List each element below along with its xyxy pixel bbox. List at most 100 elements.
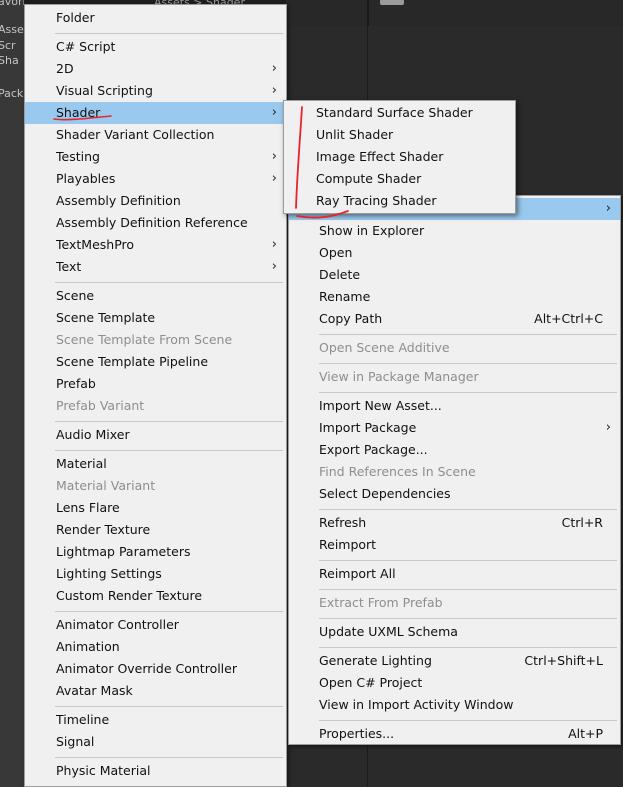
menu-separator bbox=[55, 420, 283, 422]
project-tree-item[interactable]: Pack bbox=[0, 87, 24, 100]
context-item-select-dependencies[interactable]: Select Dependencies bbox=[289, 483, 620, 505]
context-item-reimport[interactable]: Reimport bbox=[289, 534, 620, 556]
shader-item-standard-surface-shader[interactable]: Standard Surface Shader bbox=[284, 102, 515, 124]
create-item-textmeshpro[interactable]: TextMeshPro › bbox=[25, 234, 286, 256]
create-item-animator-controller[interactable]: Animator Controller bbox=[25, 614, 286, 636]
create-item-scene-template-pipeline[interactable]: Scene Template Pipeline bbox=[25, 351, 286, 373]
menu-item-label: Animator Override Controller bbox=[56, 661, 237, 676]
create-item-audio-mixer[interactable]: Audio Mixer bbox=[25, 424, 286, 446]
context-item-view-in-import-activity-window[interactable]: View in Import Activity Window bbox=[289, 694, 620, 716]
menu-item-label: Testing bbox=[56, 149, 100, 164]
menu-item-label: Unlit Shader bbox=[316, 127, 394, 142]
context-item-rename[interactable]: Rename bbox=[289, 286, 620, 308]
menu-item-label: Ray Tracing Shader bbox=[316, 193, 437, 208]
create-item-visual-scripting[interactable]: Visual Scripting › bbox=[25, 80, 286, 102]
menu-item-label: Compute Shader bbox=[316, 171, 422, 186]
context-item-show-in-explorer[interactable]: Show in Explorer bbox=[289, 220, 620, 242]
menu-item-label: Physic Material bbox=[56, 763, 151, 778]
menu-item-label: Reimport All bbox=[319, 566, 396, 581]
create-item-animation[interactable]: Animation bbox=[25, 636, 286, 658]
create-item-testing[interactable]: Testing › bbox=[25, 146, 286, 168]
menu-item-label: Render Texture bbox=[56, 522, 151, 537]
create-item-2d[interactable]: 2D › bbox=[25, 58, 286, 80]
project-tree-item[interactable]: Scr bbox=[0, 39, 24, 52]
context-item-generate-lighting[interactable]: Generate Lighting Ctrl+Shift+L bbox=[289, 650, 620, 672]
create-item-render-texture[interactable]: Render Texture bbox=[25, 519, 286, 541]
context-item-refresh[interactable]: Refresh Ctrl+R bbox=[289, 512, 620, 534]
create-item-material[interactable]: Material bbox=[25, 453, 286, 475]
create-item-prefab[interactable]: Prefab bbox=[25, 373, 286, 395]
create-item-assembly-definition-reference[interactable]: Assembly Definition Reference bbox=[25, 212, 286, 234]
context-item-view-in-package-manager: View in Package Manager bbox=[289, 366, 620, 388]
menu-item-label: Animation bbox=[56, 639, 120, 654]
chevron-right-icon: › bbox=[271, 237, 277, 252]
context-item-export-package[interactable]: Export Package... bbox=[289, 439, 620, 461]
create-item-scene-template[interactable]: Scene Template bbox=[25, 307, 286, 329]
shader-item-ray-tracing-shader[interactable]: Ray Tracing Shader bbox=[284, 190, 515, 212]
menu-item-label: Open C# Project bbox=[319, 675, 423, 690]
toolbar-button[interactable] bbox=[380, 0, 404, 5]
create-item-folder[interactable]: Folder bbox=[25, 7, 286, 29]
context-item-copy-path[interactable]: Copy Path Alt+Ctrl+C bbox=[289, 308, 620, 330]
menu-item-label: Copy Path bbox=[319, 311, 383, 326]
menu-item-label: View in Package Manager bbox=[319, 369, 479, 384]
create-item-lightmap-parameters[interactable]: Lightmap Parameters bbox=[25, 541, 286, 563]
shader-item-compute-shader[interactable]: Compute Shader bbox=[284, 168, 515, 190]
context-item-properties[interactable]: Properties... Alt+P bbox=[289, 723, 620, 745]
create-item-text[interactable]: Text › bbox=[25, 256, 286, 278]
project-tree-item[interactable]: Asse bbox=[0, 23, 24, 36]
create-item-lighting-settings[interactable]: Lighting Settings bbox=[25, 563, 286, 585]
menu-item-label: Show in Explorer bbox=[319, 223, 425, 238]
menu-item-shortcut: Ctrl+Shift+L bbox=[524, 653, 603, 668]
shader-item-unlit-shader[interactable]: Unlit Shader bbox=[284, 124, 515, 146]
context-item-import-package[interactable]: Import Package › bbox=[289, 417, 620, 439]
context-item-open-c-project[interactable]: Open C# Project bbox=[289, 672, 620, 694]
menu-item-label: Reimport bbox=[319, 537, 377, 552]
menu-separator bbox=[55, 705, 283, 707]
create-item-signal[interactable]: Signal bbox=[25, 731, 286, 753]
context-item-delete[interactable]: Delete bbox=[289, 264, 620, 286]
menu-separator bbox=[319, 333, 617, 335]
context-item-reimport-all[interactable]: Reimport All bbox=[289, 563, 620, 585]
create-item-shader[interactable]: Shader › bbox=[25, 102, 286, 124]
create-item-material-variant: Material Variant bbox=[25, 475, 286, 497]
create-item-timeline[interactable]: Timeline bbox=[25, 709, 286, 731]
menu-separator bbox=[55, 281, 283, 283]
context-item-update-uxml-schema[interactable]: Update UXML Schema bbox=[289, 621, 620, 643]
create-item-scene[interactable]: Scene bbox=[25, 285, 286, 307]
menu-item-label: Generate Lighting bbox=[319, 653, 432, 668]
context-item-import-new-asset[interactable]: Import New Asset... bbox=[289, 395, 620, 417]
create-item-c-script[interactable]: C# Script bbox=[25, 36, 286, 58]
context-item-find-references-in-scene: Find References In Scene bbox=[289, 461, 620, 483]
context-item-open[interactable]: Open bbox=[289, 242, 620, 264]
create-item-physic-material[interactable]: Physic Material bbox=[25, 760, 286, 782]
menu-separator bbox=[319, 391, 617, 393]
menu-separator bbox=[319, 719, 617, 721]
menu-item-shortcut: Alt+P bbox=[568, 726, 603, 741]
menu-item-label: Text bbox=[56, 259, 82, 274]
menu-item-label: 2D bbox=[56, 61, 74, 76]
create-item-custom-render-texture[interactable]: Custom Render Texture bbox=[25, 585, 286, 607]
shader-item-image-effect-shader[interactable]: Image Effect Shader bbox=[284, 146, 515, 168]
create-submenu: Folder C# Script 2D › Visual Scripting › Shade… bbox=[24, 4, 287, 787]
menu-item-label: Assembly Definition bbox=[56, 193, 181, 208]
menu-item-label: Material bbox=[56, 456, 107, 471]
create-item-lens-flare[interactable]: Lens Flare bbox=[25, 497, 286, 519]
shader-submenu: Standard Surface Shader Unlit Shader Image… bbox=[283, 100, 516, 214]
create-item-shader-variant-collection[interactable]: Shader Variant Collection bbox=[25, 124, 286, 146]
menu-item-label: Standard Surface Shader bbox=[316, 105, 473, 120]
create-item-avatar-mask[interactable]: Avatar Mask bbox=[25, 680, 286, 702]
create-item-assembly-definition[interactable]: Assembly Definition bbox=[25, 190, 286, 212]
menu-item-label: Prefab bbox=[56, 376, 96, 391]
context-item-open-scene-additive: Open Scene Additive bbox=[289, 337, 620, 359]
project-tree-item[interactable]: avorites bbox=[0, 0, 24, 8]
menu-separator bbox=[55, 756, 283, 758]
create-item-prefab-variant: Prefab Variant bbox=[25, 395, 286, 417]
create-item-playables[interactable]: Playables › bbox=[25, 168, 286, 190]
menu-item-label: Scene Template Pipeline bbox=[56, 354, 209, 369]
chevron-right-icon: › bbox=[271, 259, 277, 274]
menu-item-label: Select Dependencies bbox=[319, 486, 451, 501]
project-tree-item[interactable]: Sha bbox=[0, 54, 24, 67]
menu-item-label: Visual Scripting bbox=[56, 83, 153, 98]
create-item-animator-override-controller[interactable]: Animator Override Controller bbox=[25, 658, 286, 680]
